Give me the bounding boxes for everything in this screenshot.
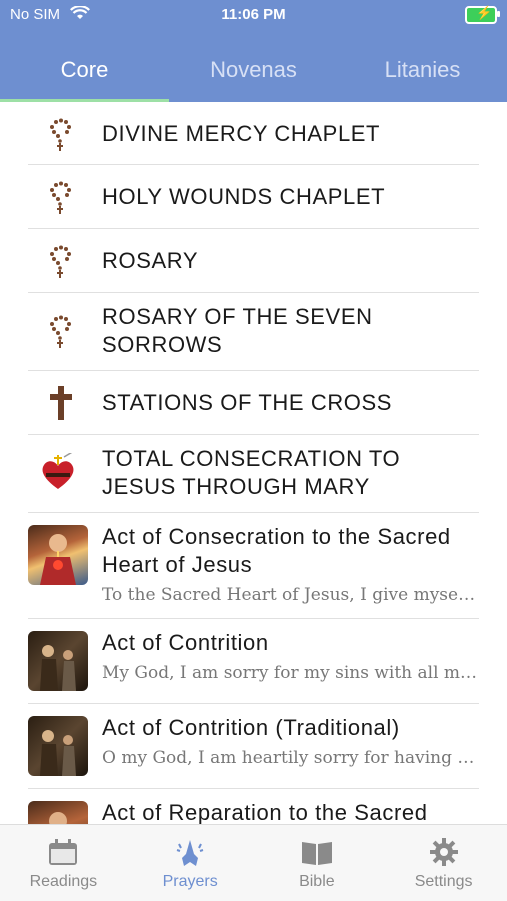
nav-label: Settings: [414, 873, 473, 890]
list-item[interactable]: TOTAL CONSECRATION TO JESUS THROUGH MARY: [28, 435, 479, 513]
sacred-heart-image: [28, 525, 88, 585]
list-item[interactable]: DIVINE MERCY CHAPLET: [28, 102, 479, 165]
rosary-icon: [46, 118, 76, 157]
rosary-icon: [46, 315, 76, 354]
list-item[interactable]: ROSARY: [28, 229, 479, 293]
item-title: DIVINE MERCY CHAPLET: [102, 121, 381, 146]
bottom-nav: Readings Prayers Bible Settings: [0, 824, 507, 901]
nav-prayers[interactable]: Prayers: [127, 825, 254, 901]
sacred-heart-image: [28, 801, 88, 824]
item-subtitle: My God, I am sorry for my sins with all …: [102, 663, 479, 683]
confession-image: [28, 631, 88, 691]
rosary-icon: [46, 245, 76, 284]
nav-label: Bible: [299, 873, 335, 890]
item-subtitle: O my God, I am heartily sorry for having…: [102, 748, 479, 768]
praying-hands-icon: [127, 835, 254, 869]
header: No SIM 11:06 PM ⚡ Core Novenas Litanies: [0, 0, 507, 102]
calendar-icon: [0, 835, 127, 869]
nav-readings[interactable]: Readings: [0, 825, 127, 901]
sacred-heart-icon: [38, 450, 78, 498]
item-title: ROSARY: [102, 248, 199, 273]
clock: 11:06 PM: [221, 6, 286, 23]
prayer-list[interactable]: DIVINE MERCY CHAPLET HOLY WOUNDS CHAPLET…: [0, 102, 507, 824]
item-title: Act of Contrition: [102, 630, 269, 655]
item-title: TOTAL CONSECRATION TO JESUS THROUGH MARY: [102, 446, 401, 499]
status-bar: No SIM 11:06 PM ⚡: [0, 0, 507, 30]
tab-core[interactable]: Core: [0, 40, 169, 102]
list-item[interactable]: ROSARY OF THE SEVEN SORROWS: [28, 293, 479, 371]
list-item[interactable]: Act of Consecration to the Sacred Heart …: [28, 513, 479, 619]
tab-litanies[interactable]: Litanies: [338, 40, 507, 102]
list-item[interactable]: STATIONS OF THE CROSS: [28, 371, 479, 435]
list-item[interactable]: HOLY WOUNDS CHAPLET: [28, 165, 479, 229]
item-title: STATIONS OF THE CROSS: [102, 390, 393, 415]
nav-settings[interactable]: Settings: [380, 825, 507, 901]
battery-icon: ⚡: [465, 5, 500, 24]
item-title: HOLY WOUNDS CHAPLET: [102, 184, 386, 209]
tab-novenas[interactable]: Novenas: [169, 40, 338, 102]
book-icon: [254, 835, 381, 869]
tab-bar: Core Novenas Litanies: [0, 40, 507, 102]
nav-bible[interactable]: Bible: [254, 825, 381, 901]
list-item[interactable]: Act of Contrition My God, I am sorry for…: [28, 619, 479, 704]
item-title: Act of Reparation to the Sacred: [102, 800, 428, 824]
list-item[interactable]: Act of Contrition (Traditional) O my God…: [28, 704, 479, 789]
item-title: Act of Contrition (Traditional): [102, 715, 400, 740]
item-subtitle: To the Sacred Heart of Jesus, I give mys…: [102, 585, 479, 605]
item-title: Act of Consecration to the Sacred Heart …: [102, 524, 451, 577]
cross-icon: [48, 385, 74, 426]
rosary-icon: [46, 181, 76, 220]
item-title: ROSARY OF THE SEVEN SORROWS: [102, 304, 373, 357]
list-item[interactable]: Act of Reparation to the Sacred: [28, 789, 479, 824]
nav-label: Prayers: [162, 873, 218, 890]
gear-icon: [380, 835, 507, 869]
nav-label: Readings: [29, 873, 98, 890]
confession-image: [28, 716, 88, 776]
